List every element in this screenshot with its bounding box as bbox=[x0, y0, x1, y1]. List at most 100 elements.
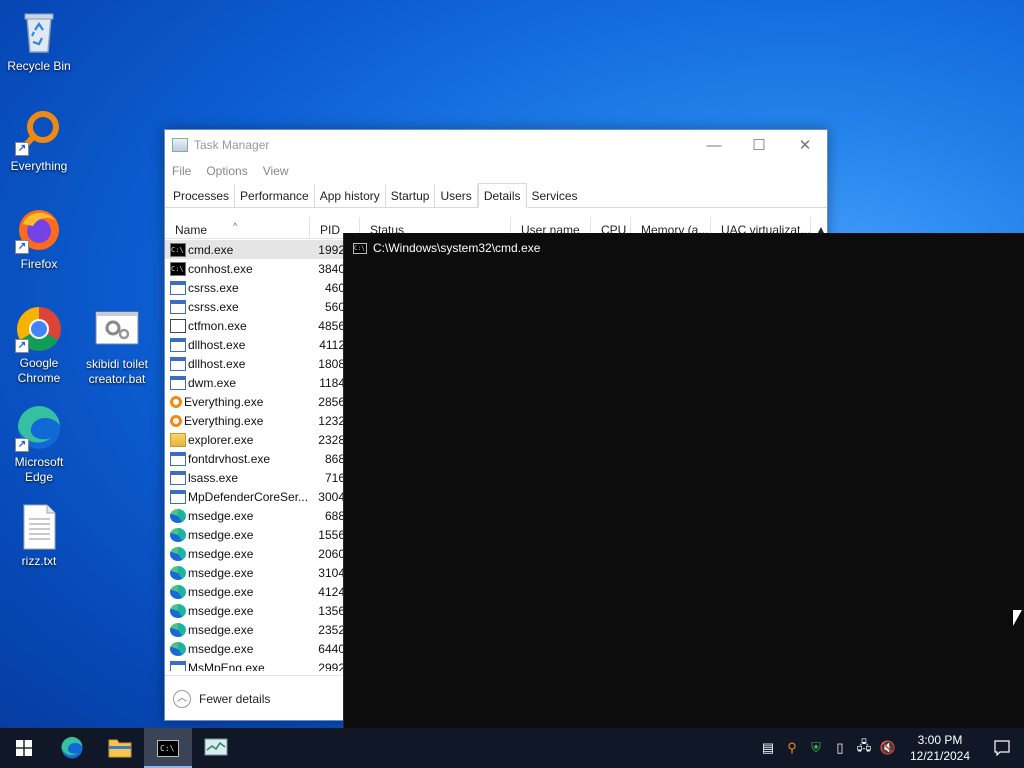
menu-view[interactable]: View bbox=[263, 164, 289, 178]
fewer-details-link[interactable]: Fewer details bbox=[199, 692, 270, 706]
process-pid: 1232 bbox=[318, 413, 345, 428]
process-pid: 3104 bbox=[318, 565, 345, 580]
process-pid: 688 bbox=[324, 508, 345, 523]
tray-window-icon[interactable]: ▤ bbox=[756, 728, 780, 768]
tab-app-history[interactable]: App history bbox=[315, 185, 386, 207]
process-pid: 1184 bbox=[319, 375, 345, 390]
tab-processes[interactable]: Processes bbox=[168, 185, 236, 207]
table-row[interactable]: dllhost.exe 1808 bbox=[165, 354, 345, 373]
minimize-button[interactable]: — bbox=[691, 130, 737, 160]
table-row[interactable]: lsass.exe 716 bbox=[165, 468, 345, 487]
desktop-icon-label: Firefox bbox=[20, 257, 58, 271]
table-row[interactable]: msedge.exe 2352 bbox=[165, 620, 345, 639]
table-row[interactable]: MsMpEng.exe 2992 bbox=[165, 658, 345, 671]
cmd-window[interactable]: C:\ C:\Windows\system32\cmd.exe bbox=[343, 233, 1024, 743]
system-tray: ▤ ⚲ ⛨ ▯ 🖧 🔇 3:00 PM 12/21/2024 bbox=[756, 728, 1024, 768]
table-row[interactable]: dllhost.exe 4112 bbox=[165, 335, 345, 354]
edge-icon bbox=[170, 565, 186, 580]
process-name: conhost.exe bbox=[188, 261, 253, 276]
table-row[interactable]: C:\ cmd.exe 1992 bbox=[165, 240, 345, 259]
table-row[interactable]: Everything.exe 1232 bbox=[165, 411, 345, 430]
window-icon bbox=[170, 489, 186, 504]
tab-startup[interactable]: Startup bbox=[386, 185, 436, 207]
chevron-up-icon[interactable]: ︿ bbox=[173, 689, 191, 708]
taskbar-clock[interactable]: 3:00 PM 12/21/2024 bbox=[900, 732, 980, 764]
table-row[interactable]: ctfmon.exe 4856 bbox=[165, 316, 345, 335]
maximize-button[interactable]: ☐ bbox=[736, 130, 782, 160]
window-icon bbox=[170, 299, 186, 314]
cmd-titlebar[interactable]: C:\ C:\Windows\system32\cmd.exe bbox=[344, 233, 1024, 263]
edge-icon bbox=[61, 736, 83, 759]
table-row[interactable]: msedge.exe 6440 bbox=[165, 639, 345, 658]
edge-icon: ↗ bbox=[15, 404, 63, 452]
tab-users[interactable]: Users bbox=[435, 185, 478, 207]
desktop-icon-rizz-txt[interactable]: rizz.txt bbox=[1, 503, 77, 569]
tab-details[interactable]: Details bbox=[477, 183, 527, 208]
tray-usb-icon[interactable]: ▯ bbox=[828, 728, 852, 768]
table-row[interactable]: explorer.exe 2328 bbox=[165, 430, 345, 449]
table-row[interactable]: msedge.exe 2060 bbox=[165, 544, 345, 563]
tray-network-icon[interactable]: 🖧 bbox=[852, 728, 876, 768]
process-pid: 3004 bbox=[318, 489, 345, 504]
cmd-window-title: C:\Windows\system32\cmd.exe bbox=[373, 241, 541, 255]
magnifier-icon: ↗ bbox=[15, 108, 63, 156]
table-row[interactable]: fontdrvhost.exe 868 bbox=[165, 449, 345, 468]
tray-everything-icon[interactable]: ⚲ bbox=[780, 728, 804, 768]
window-title: Task Manager bbox=[194, 138, 270, 152]
start-button[interactable] bbox=[0, 728, 48, 768]
process-list[interactable]: C:\ cmd.exe 1992 C:\ conhost.exe 3840 csrss.ex… bbox=[165, 240, 345, 671]
table-row[interactable]: dwm.exe 1184 bbox=[165, 373, 345, 392]
desktop-icon-edge[interactable]: ↗ Microsoft Edge bbox=[1, 404, 77, 485]
table-row[interactable]: MpDefenderCoreSer... 3004 bbox=[165, 487, 345, 506]
table-row[interactable]: Everything.exe 2856 bbox=[165, 392, 345, 411]
menu-options[interactable]: Options bbox=[206, 164, 247, 178]
process-pid: 1808 bbox=[318, 356, 345, 371]
process-pid: 1356 bbox=[318, 603, 345, 618]
table-row[interactable]: msedge.exe 1556 bbox=[165, 525, 345, 544]
process-pid: 1556 bbox=[318, 527, 345, 542]
table-row[interactable]: msedge.exe 1356 bbox=[165, 601, 345, 620]
table-row[interactable]: msedge.exe 4124 bbox=[165, 582, 345, 601]
taskbar-edge-button[interactable] bbox=[48, 728, 96, 768]
table-row[interactable]: msedge.exe 3104 bbox=[165, 563, 345, 582]
table-row[interactable]: csrss.exe 560 bbox=[165, 297, 345, 316]
taskbar-cmd-button[interactable]: C:\ bbox=[144, 728, 192, 768]
process-pid: 2856 bbox=[318, 394, 345, 409]
taskbar-explorer-button[interactable] bbox=[96, 728, 144, 768]
window-icon bbox=[170, 451, 186, 466]
desktop-icon-everything[interactable]: ↗ Everything bbox=[1, 108, 77, 174]
process-pid: 2060 bbox=[318, 546, 345, 561]
tab-services[interactable]: Services bbox=[527, 185, 583, 207]
cmd-console-area[interactable] bbox=[344, 263, 1024, 743]
desktop-icon-firefox[interactable]: ↗ Firefox bbox=[1, 206, 77, 272]
mouse-cursor-icon bbox=[1013, 610, 1022, 626]
table-row[interactable]: csrss.exe 460 bbox=[165, 278, 345, 297]
tray-volume-muted-icon[interactable]: 🔇 bbox=[876, 728, 900, 768]
tray-shield-icon[interactable]: ⛨ bbox=[804, 728, 828, 768]
desktop-icon-label: skibidi toilet creator.bat bbox=[85, 357, 149, 386]
cmd-icon: C:\ bbox=[157, 739, 179, 757]
minimize-icon: — bbox=[706, 136, 722, 154]
menu-bar: File Options View bbox=[165, 160, 827, 182]
close-icon: ✕ bbox=[798, 137, 812, 154]
desktop-icon-skibidi-bat[interactable]: skibidi toilet creator.bat bbox=[79, 306, 155, 387]
shortcut-arrow-icon: ↗ bbox=[15, 142, 29, 156]
cmd-icon: C:\ bbox=[170, 242, 186, 257]
taskbar-task-manager-button[interactable] bbox=[192, 728, 240, 768]
desktop-icon-recycle-bin[interactable]: Recycle Bin bbox=[1, 8, 77, 74]
tab-performance[interactable]: Performance bbox=[235, 185, 315, 207]
desktop-icon-chrome[interactable]: ↗ Google Chrome bbox=[1, 305, 77, 386]
window-icon bbox=[170, 375, 186, 390]
table-row[interactable]: msedge.exe 688 bbox=[165, 506, 345, 525]
notification-center-button[interactable] bbox=[980, 728, 1024, 768]
column-name[interactable]: Name ^ bbox=[165, 217, 310, 238]
table-row[interactable]: C:\ conhost.exe 3840 bbox=[165, 259, 345, 278]
menu-file[interactable]: File bbox=[172, 164, 191, 178]
close-button[interactable]: ✕ bbox=[782, 130, 828, 160]
process-pid: 2328 bbox=[318, 432, 345, 447]
process-pid: 460 bbox=[324, 280, 345, 295]
task-manager-icon bbox=[172, 138, 188, 152]
tab-strip: Processes Performance App history Startu… bbox=[165, 182, 827, 208]
edge-icon bbox=[170, 584, 186, 599]
task-manager-titlebar[interactable]: Task Manager — ☐ ✕ bbox=[165, 130, 827, 160]
